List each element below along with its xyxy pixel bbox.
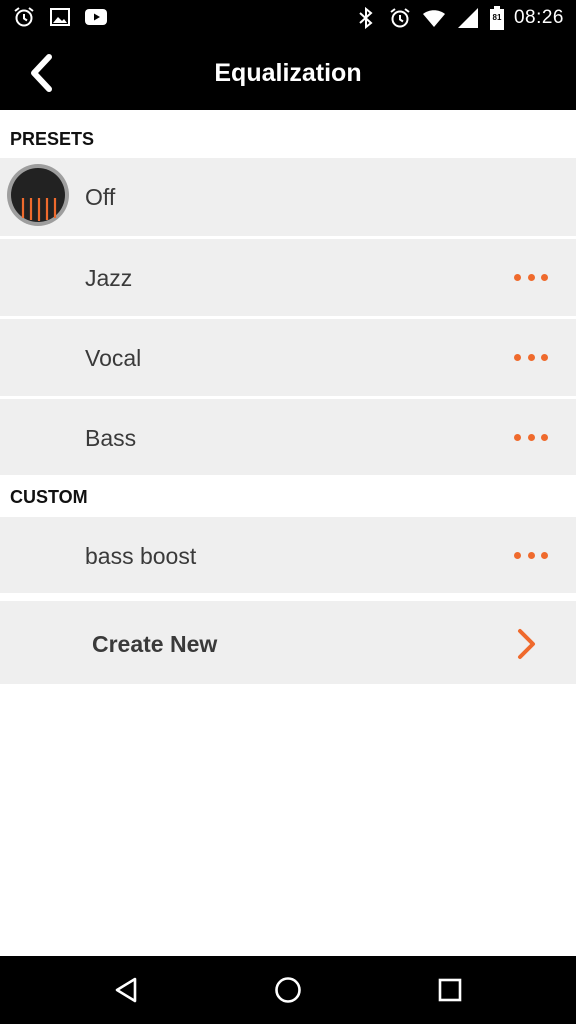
preset-label: Vocal xyxy=(85,345,142,371)
section-header-presets: PRESETS xyxy=(10,129,95,149)
system-nav-bar xyxy=(0,956,576,1024)
page-title: Equalization xyxy=(214,59,362,87)
youtube-icon xyxy=(85,9,107,25)
more-options-button[interactable] xyxy=(514,427,548,447)
image-icon xyxy=(50,8,70,26)
more-options-button[interactable] xyxy=(514,267,548,287)
signal-icon xyxy=(457,8,478,28)
preset-row-vocal[interactable]: Vocal xyxy=(0,319,576,396)
battery-level-text: 81 xyxy=(492,13,502,22)
preset-row-jazz[interactable]: Jazz xyxy=(0,239,576,316)
preset-label: Jazz xyxy=(85,265,133,291)
equalizer-icon xyxy=(7,164,69,226)
recents-square-icon xyxy=(438,978,462,1002)
app-bar: Equalization xyxy=(0,36,576,110)
status-bar: 81 08:26 xyxy=(0,0,576,36)
back-triangle-icon xyxy=(115,977,137,1003)
alarm-icon xyxy=(390,8,410,28)
more-options-button[interactable] xyxy=(514,347,548,367)
more-dots-icon xyxy=(514,273,521,281)
custom-row-bass-boost[interactable]: bass boost xyxy=(0,517,576,593)
preset-row-bass[interactable]: Bass xyxy=(0,399,576,475)
nav-back-button[interactable] xyxy=(106,972,146,1008)
create-new-button[interactable]: Create New xyxy=(0,601,576,684)
nav-home-button[interactable] xyxy=(268,972,308,1008)
more-dots-icon xyxy=(514,353,521,361)
more-dots-icon xyxy=(514,551,521,559)
nav-recents-button[interactable] xyxy=(430,972,470,1008)
more-dots-icon xyxy=(514,433,521,441)
bluetooth-icon xyxy=(359,6,373,30)
home-circle-icon xyxy=(275,977,301,1003)
preset-label: Off xyxy=(85,184,116,210)
preset-label: Bass xyxy=(85,425,137,451)
status-right-icons: 81 08:26 xyxy=(354,5,564,31)
alarm-icon xyxy=(14,7,34,27)
battery-icon: 81 xyxy=(489,6,504,30)
custom-label: bass boost xyxy=(85,543,197,569)
more-options-button[interactable] xyxy=(514,545,548,565)
chevron-right-icon xyxy=(518,629,535,659)
section-header-custom: CUSTOM xyxy=(10,487,88,507)
wifi-icon xyxy=(422,10,445,27)
create-new-label: Create New xyxy=(92,631,218,657)
preset-row-off[interactable]: Off xyxy=(0,158,576,236)
status-left-icons xyxy=(12,5,108,29)
status-time: 08:26 xyxy=(513,7,564,28)
